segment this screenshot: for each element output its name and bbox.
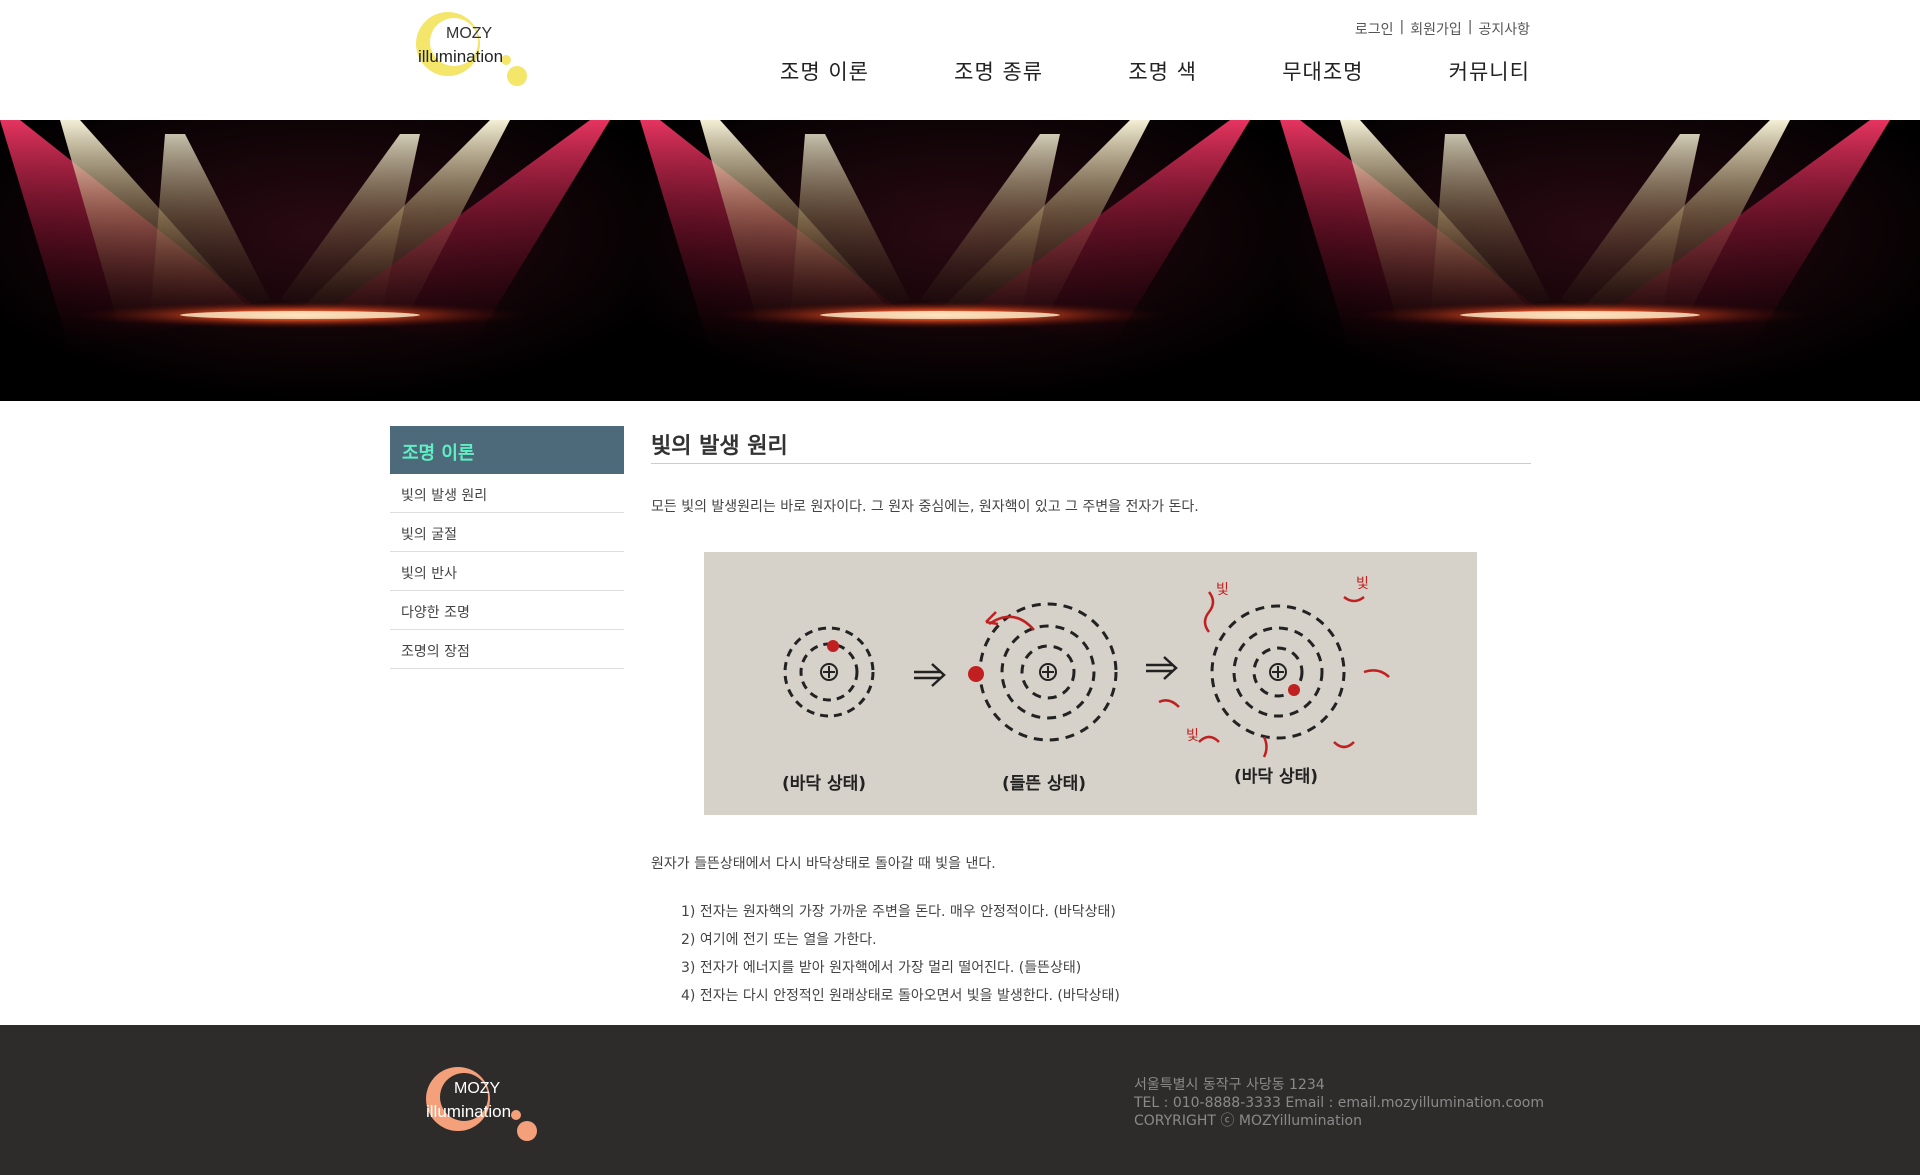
svg-text:illumination: illumination	[418, 47, 503, 66]
intro-text: 모든 빛의 발생원리는 바로 원자이다. 그 원자 중심에는, 원자핵이 있고 …	[651, 499, 1199, 515]
site-logo[interactable]: MOZY illumination	[408, 6, 534, 90]
sidebar-item-refraction[interactable]: 빛의 굴절	[390, 513, 624, 552]
sidebar-title: 조명 이론	[390, 426, 624, 474]
svg-text:illumination: illumination	[426, 1102, 511, 1121]
sidebar-item-light-origin[interactable]: 빛의 발생 원리	[390, 474, 624, 513]
site-footer: MOZY illumination 서울특별시 동작구 사당동 1234 TEL…	[0, 1025, 1920, 1175]
page-title: 빛의 발생 원리	[651, 426, 1531, 464]
list-item: 4) 전자는 다시 안정적인 원래상태로 돌아오면서 빛을 발생한다. (바닥상…	[681, 988, 1120, 1004]
utility-nav: 로그인 | 회원가입 | 공지사항	[1355, 19, 1530, 39]
footer-info: 서울특별시 동작구 사당동 1234 TEL : 010-8888-3333 E…	[1134, 1076, 1544, 1130]
diagram-label: (바닥 상태)	[1234, 767, 1318, 787]
join-link[interactable]: 회원가입	[1410, 19, 1462, 39]
svg-text:MOZY: MOZY	[446, 25, 493, 42]
list-item: 1) 전자는 원자핵의 가장 가까운 주변을 돈다. 매우 안정적이다. (바닥…	[681, 904, 1116, 920]
list-item: 2) 여기에 전기 또는 열을 가한다.	[681, 932, 877, 948]
sidebar-item-various-lighting[interactable]: 다양한 조명	[390, 591, 624, 630]
svg-text:빛: 빛	[1216, 582, 1229, 598]
footer-copyright: CORYRIGHT ⓒ MOZYillumination	[1134, 1113, 1362, 1129]
diagram-label: (들뜬 상태)	[1002, 774, 1086, 794]
main-content: 빛의 발생 원리 모든 빛의 발생원리는 바로 원자이다. 그 원자 중심에는,…	[651, 426, 1531, 1013]
sidebar: 조명 이론 빛의 발생 원리 빛의 굴절 빛의 반사 다양한 조명 조명의 장점	[390, 426, 624, 669]
list-item: 3) 전자가 에너지를 받아 원자핵에서 가장 멀리 떨어진다. (들뜬상태)	[681, 960, 1082, 976]
nav-item-lighting-theory[interactable]: 조명 이론	[780, 56, 869, 86]
login-link[interactable]: 로그인	[1355, 19, 1394, 39]
site-header: MOZY illumination 로그인 | 회원가입 | 공지사항 조명 이…	[0, 0, 1920, 120]
svg-text:빛: 빛	[1186, 728, 1199, 744]
nav-item-community[interactable]: 커뮤니티	[1449, 56, 1530, 86]
nav-item-lighting-types[interactable]: 조명 종류	[954, 56, 1043, 86]
nav-item-lighting-color[interactable]: 조명 색	[1128, 56, 1197, 86]
svg-text:빛: 빛	[1356, 576, 1369, 592]
explanation-text: 원자가 들뜬상태에서 다시 바닥상태로 돌아갈 때 빛을 낸다.	[651, 856, 996, 872]
steps-list: 1) 전자는 원자핵의 가장 가까운 주변을 돈다. 매우 안정적이다. (바닥…	[651, 901, 1531, 1013]
notice-link[interactable]: 공지사항	[1478, 19, 1530, 39]
sidebar-item-reflection[interactable]: 빛의 반사	[390, 552, 624, 591]
footer-address: 서울특별시 동작구 사당동 1234	[1134, 1077, 1325, 1093]
nav-item-stage-lighting[interactable]: 무대조명	[1282, 56, 1363, 86]
atom-diagram-image: 빛 빛 빛 (바닥 상태) (들뜬 상태) (바닥 상태)	[704, 552, 1477, 815]
svg-text:MOZY: MOZY	[454, 1080, 501, 1097]
separator: |	[1467, 19, 1473, 35]
sidebar-item-lighting-advantages[interactable]: 조명의 장점	[390, 630, 624, 669]
footer-contact: TEL : 010-8888-3333 Email : email.mozyil…	[1134, 1095, 1544, 1111]
stage-light-banner	[0, 120, 1920, 401]
footer-logo: MOZY illumination	[418, 1061, 544, 1145]
separator: |	[1399, 19, 1405, 35]
main-nav: 조명 이론 조명 종류 조명 색 무대조명 커뮤니티	[780, 56, 1530, 86]
diagram-label: (바닥 상태)	[782, 774, 866, 794]
